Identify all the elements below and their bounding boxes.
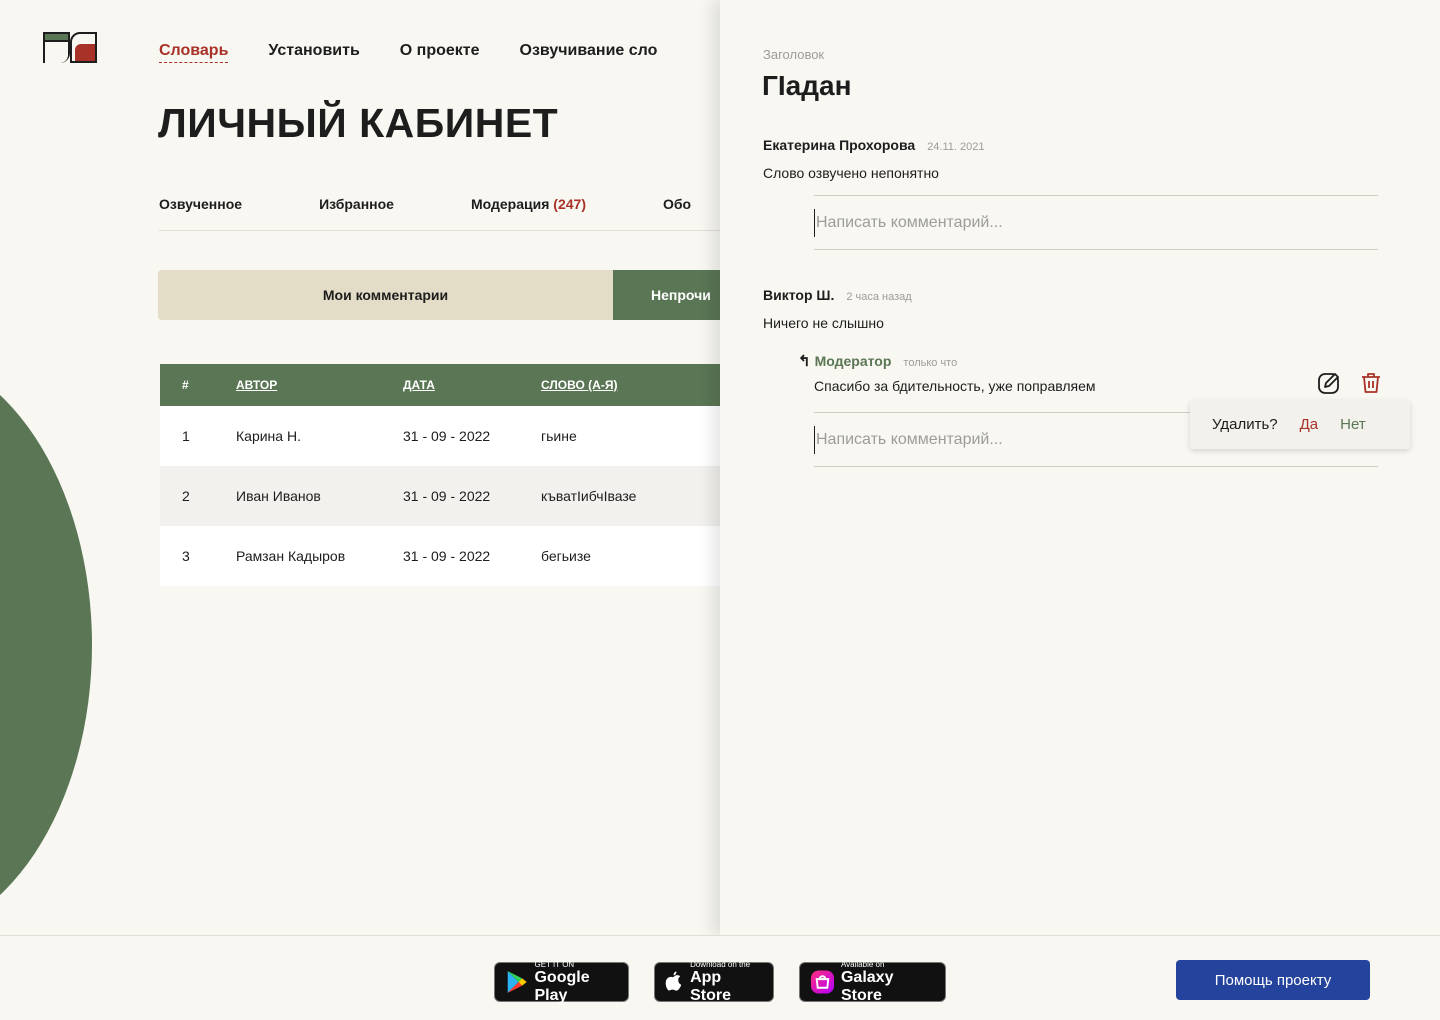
table-header: # АВТОР ДАТА СЛОВО (А-Я) xyxy=(160,364,720,406)
delete-no-button[interactable]: Нет xyxy=(1340,416,1366,433)
cabinet-tabs: Озвученное Избранное Модерация (247) Обо xyxy=(159,196,739,231)
help-project-button[interactable]: Помощь проекту xyxy=(1176,960,1370,1000)
google-play-small: GET IT ON xyxy=(534,959,575,969)
google-play-icon xyxy=(507,971,527,993)
row-date: 31 - 09 - 2022 xyxy=(403,548,491,564)
words-table: # АВТОР ДАТА СЛОВО (А-Я) 1 Карина Н. 31 … xyxy=(160,364,720,586)
drawer-label: Заголовок xyxy=(763,47,825,62)
row-number: 2 xyxy=(182,488,190,504)
nav-item-dictionary[interactable]: Словарь xyxy=(159,42,229,63)
reply-placeholder: Написать комментарий... xyxy=(816,430,1003,448)
table-row[interactable]: 1 Карина Н. 31 - 09 - 2022 гьине xyxy=(160,406,720,466)
reply-author: Модератор xyxy=(814,353,892,369)
row-word: гьине xyxy=(541,428,577,444)
row-author: Карина Н. xyxy=(236,428,301,444)
reply-input[interactable]: Написать комментарий... xyxy=(814,195,1378,250)
google-play-badge[interactable]: GET IT ON Google Play xyxy=(494,959,629,1004)
reply-text: Спасибо за бдительность, уже поправляем xyxy=(814,378,1096,394)
google-play-big: Google Play xyxy=(534,968,590,1004)
nav-item-voicing[interactable]: Озвучивание сло xyxy=(520,42,658,63)
apple-icon xyxy=(665,971,682,991)
comments-segmented-control: Мои комментарии Непрочи xyxy=(158,270,758,320)
comment-author: Екатерина Прохорова xyxy=(763,137,916,153)
moderation-count-badge: (247) xyxy=(553,196,586,212)
footer: GET IT ON Google Play Download on the App … xyxy=(0,935,1440,1020)
row-author: Рамзан Кадыров xyxy=(236,548,346,564)
comment-text: Слово озвучено непонятно xyxy=(763,165,939,181)
row-date: 31 - 09 - 2022 xyxy=(403,488,491,504)
table-row[interactable]: 3 Рамзан Кадыров 31 - 09 - 2022 бегьизе xyxy=(160,526,720,586)
moderator-reply-header: ↰ Модератор только что xyxy=(798,352,957,371)
tab-moderation[interactable]: Модерация (247) xyxy=(471,196,586,230)
comments-drawer: Заголовок ГІадан Екатерина Прохорова 24.1… xyxy=(720,0,1440,936)
row-number: 3 xyxy=(182,548,190,564)
tab-other[interactable]: Обо xyxy=(663,196,691,230)
row-word: бегьизе xyxy=(541,548,591,564)
delete-confirm-popup: Удалить? Да Нет xyxy=(1190,400,1410,449)
comment-date: 24.11. 2021 xyxy=(927,141,985,153)
col-number-header: # xyxy=(182,378,189,392)
reply-date: только что xyxy=(903,357,958,369)
app-store-big: App Store xyxy=(690,968,731,1004)
delete-question: Удалить? xyxy=(1212,416,1278,433)
comment: Екатерина Прохорова 24.11. 2021 Слово озв… xyxy=(763,137,984,181)
row-author: Иван Иванов xyxy=(236,488,321,504)
tab-voiced[interactable]: Озвученное xyxy=(159,196,242,230)
row-date: 31 - 09 - 2022 xyxy=(403,428,491,444)
galaxy-store-big: Galaxy Store xyxy=(840,968,894,1004)
page-title: ЛИЧНЫЙ КАБИНЕТ xyxy=(158,100,559,146)
tab-moderation-label: Модерация xyxy=(470,196,550,212)
edit-icon[interactable] xyxy=(1316,370,1342,396)
decorative-green-circle xyxy=(0,350,92,942)
col-date-header[interactable]: ДАТА xyxy=(403,378,435,392)
galaxy-store-small: Available on xyxy=(840,959,885,969)
nav-item-install[interactable]: Установить xyxy=(268,42,359,63)
table-row[interactable]: 2 Иван Иванов 31 - 09 - 2022 къватІибчІв… xyxy=(160,466,720,526)
comment-date: 2 часа назад xyxy=(846,291,912,303)
comment-author: Виктор Ш. xyxy=(763,287,835,303)
segment-my-comments[interactable]: Мои комментарии xyxy=(158,270,613,320)
comment-text: Ничего не слышно xyxy=(763,315,884,331)
reply-placeholder: Написать комментарий... xyxy=(816,213,1003,231)
col-author-header[interactable]: АВТОР xyxy=(236,378,277,392)
main-nav: Словарь Установить О проекте Озвучивание… xyxy=(159,42,657,63)
row-number: 1 xyxy=(182,428,190,444)
reply-arrow-icon: ↰ xyxy=(798,353,811,370)
galaxy-store-badge[interactable]: Available on Galaxy Store xyxy=(799,959,946,1004)
app-store-badge[interactable]: Download on the App Store xyxy=(654,959,774,1004)
tab-favorites[interactable]: Избранное xyxy=(319,196,394,230)
galaxy-store-icon xyxy=(810,970,835,994)
col-word-header[interactable]: СЛОВО (А-Я) xyxy=(541,378,617,392)
delete-yes-button[interactable]: Да xyxy=(1300,416,1319,433)
drawer-title: ГІадан xyxy=(762,70,852,101)
app-store-small: Download on the xyxy=(690,959,751,969)
nav-item-about[interactable]: О проекте xyxy=(400,42,480,63)
row-word: къватІибчІвазе xyxy=(541,488,637,504)
trash-icon[interactable] xyxy=(1358,370,1384,396)
comment: Виктор Ш. 2 часа назад Ничего не слышно xyxy=(763,287,912,331)
site-logo[interactable] xyxy=(43,32,97,64)
